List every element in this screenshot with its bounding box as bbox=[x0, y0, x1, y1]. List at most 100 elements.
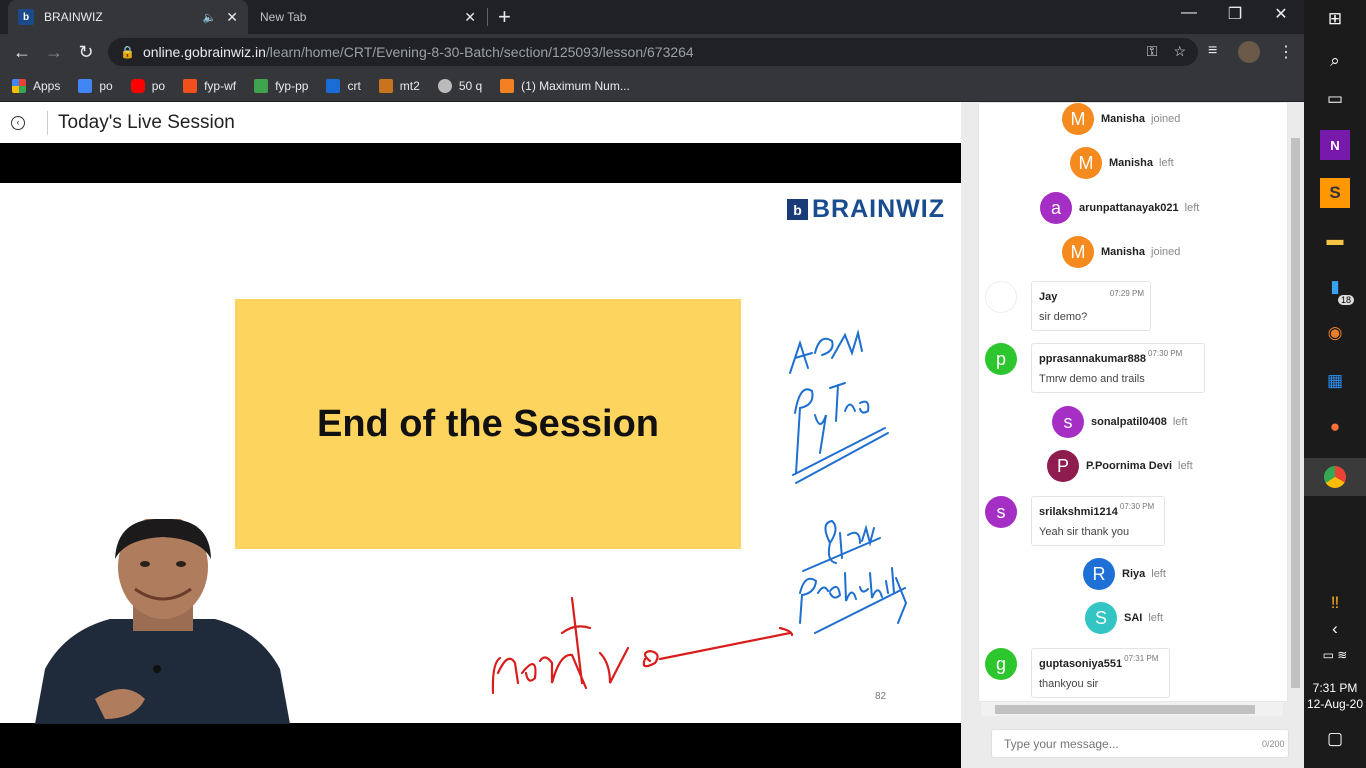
bookmark-fyp-pp[interactable]: fyp-pp bbox=[254, 78, 309, 93]
chat-message: s srilakshmi1214 07:30 PM Yeah sir thank … bbox=[985, 496, 1165, 546]
battery-wifi-icon[interactable]: ▭ ≋ bbox=[1320, 640, 1350, 670]
tab-new-tab[interactable]: New Tab ✕ bbox=[250, 0, 486, 34]
event-user: sonalpatil0408 bbox=[1091, 416, 1167, 428]
new-tab-button[interactable]: + bbox=[498, 4, 511, 30]
avatar: M bbox=[1062, 236, 1094, 268]
chat-message: p pprasannakumar888 07:30 PM Tmrw demo an… bbox=[985, 343, 1205, 393]
chat-message: g guptasoniya551 07:31 PM thankyou sir bbox=[985, 648, 1170, 698]
chat-scroll-thumb[interactable] bbox=[1291, 138, 1300, 688]
chat-event: R Riya left bbox=[1083, 558, 1166, 590]
calculator-icon[interactable]: ▦ bbox=[1320, 366, 1350, 396]
pp-favicon-icon bbox=[254, 78, 269, 93]
message-user: Jay bbox=[1039, 291, 1058, 303]
bookmark-mt2[interactable]: mt2 bbox=[378, 78, 420, 93]
bookmark-label: mt2 bbox=[399, 78, 420, 93]
bookmark-label: crt bbox=[347, 78, 361, 93]
profile-avatar[interactable] bbox=[1238, 41, 1260, 63]
event-action: left bbox=[1178, 460, 1193, 472]
windows-start-icon[interactable]: ⊞ bbox=[1320, 4, 1350, 34]
avatar: M bbox=[1062, 103, 1094, 135]
restore-button[interactable]: ❐ bbox=[1220, 4, 1250, 24]
back-arrow-icon[interactable]: ‹ bbox=[11, 115, 25, 130]
message-text: Tmrw demo and trails bbox=[1039, 373, 1145, 385]
message-bubble: guptasoniya551 07:31 PM thankyou sir bbox=[1031, 648, 1170, 698]
media-control-icon[interactable]: ≡ bbox=[1208, 42, 1217, 60]
chrome-icon bbox=[1324, 466, 1346, 488]
chat-scrollbar[interactable] bbox=[1289, 102, 1301, 702]
event-action: left bbox=[1172, 416, 1188, 428]
chat-message-input[interactable] bbox=[991, 729, 1289, 758]
tab-title: BRAINWIZ bbox=[44, 10, 103, 24]
chat-event: s sonalpatil0408 left bbox=[1052, 406, 1188, 438]
address-bar[interactable]: 🔒 online.gobrainwiz.in/learn/home/CRT/Ev… bbox=[108, 38, 1198, 66]
chat-horizontal-scrollbar[interactable] bbox=[981, 702, 1283, 716]
back-button[interactable]: ← bbox=[11, 42, 33, 63]
close-tab-icon[interactable]: ✕ bbox=[226, 9, 238, 26]
bookmark-maximum-num[interactable]: (1) Maximum Num... bbox=[500, 78, 630, 93]
chat-event: a arunpattanayak021 left bbox=[1040, 192, 1199, 224]
bookmark-label: fyp-wf bbox=[204, 78, 237, 93]
avatar bbox=[985, 281, 1017, 313]
bookmark-label: fyp-pp bbox=[275, 78, 309, 93]
bookmark-po-1[interactable]: po bbox=[78, 78, 113, 93]
task-view-icon[interactable]: ▭ bbox=[1320, 84, 1350, 114]
system-clock[interactable]: 7:31 PM 12-Aug-20 bbox=[1304, 680, 1366, 712]
toolbar: ← → ↻ 🔒 online.gobrainwiz.in/learn/home/… bbox=[0, 34, 1304, 70]
media-player-icon[interactable]: ◉ bbox=[1320, 318, 1350, 348]
bookmark-50q[interactable]: 50 q bbox=[437, 78, 482, 93]
speaker-icon[interactable]: 🔈 bbox=[203, 11, 217, 24]
chat-event: S SAI left bbox=[1085, 602, 1163, 634]
close-window-button[interactable]: ✕ bbox=[1266, 4, 1296, 24]
windows-taskbar: ⊞ ⌕ ▭ N S ▬ ▮ 18 ◉ ▦ ● ‼ ‹ ▭ ≋ 7:31 PM 12… bbox=[1304, 0, 1366, 768]
event-user: arunpattanayak021 bbox=[1079, 202, 1179, 214]
tab-brainwiz[interactable]: b BRAINWIZ 🔈 ✕ bbox=[8, 0, 248, 34]
minimize-button[interactable]: — bbox=[1174, 4, 1204, 22]
avatar: R bbox=[1083, 558, 1115, 590]
presentation-slide: b BRAINWIZ End of the Session 82 bbox=[0, 183, 961, 724]
event-action: left bbox=[1159, 157, 1174, 169]
event-user: Manisha bbox=[1101, 246, 1146, 258]
forward-button[interactable]: → bbox=[43, 42, 65, 63]
event-action: left bbox=[1148, 612, 1164, 624]
apps-grid-icon bbox=[12, 78, 26, 93]
tab-separator bbox=[487, 8, 488, 26]
bookmark-crt[interactable]: crt bbox=[326, 78, 361, 93]
search-icon[interactable]: ⌕ bbox=[1320, 46, 1350, 76]
phone-icon[interactable]: ▮ 18 bbox=[1320, 272, 1354, 305]
chat-event: M Manisha joined bbox=[1062, 236, 1180, 268]
bookmark-po-2[interactable]: po bbox=[130, 78, 166, 93]
avatar: P bbox=[1047, 450, 1079, 482]
stackoverflow-icon bbox=[500, 78, 515, 93]
event-user: Manisha bbox=[1101, 113, 1146, 125]
close-tab-icon[interactable]: ✕ bbox=[464, 9, 476, 26]
menu-kebab-icon[interactable]: ⋮ bbox=[1278, 42, 1294, 62]
onenote-icon[interactable]: N bbox=[1320, 130, 1350, 160]
char-counter: 0/200 bbox=[1262, 739, 1285, 749]
live-video[interactable]: b BRAINWIZ End of the Session 82 bbox=[0, 143, 961, 768]
key-icon[interactable]: ⚿ bbox=[1147, 43, 1158, 60]
sublime-text-icon[interactable]: S bbox=[1320, 178, 1350, 208]
bookmark-apps[interactable]: Apps bbox=[12, 78, 60, 93]
bookmark-label: po bbox=[151, 78, 166, 93]
bookmark-label: (1) Maximum Num... bbox=[521, 78, 630, 93]
notification-center-icon[interactable]: ▢ bbox=[1320, 724, 1350, 754]
reload-button[interactable]: ↻ bbox=[75, 42, 97, 63]
message-user: guptasoniya551 bbox=[1039, 658, 1123, 670]
lock-icon[interactable]: 🔒 bbox=[120, 45, 135, 59]
chat-event: P P.Poornima Devi left bbox=[1047, 450, 1193, 482]
file-explorer-icon[interactable]: ▬ bbox=[1320, 225, 1350, 255]
page-title: Today's Live Session bbox=[58, 111, 235, 133]
horizontal-scroll-thumb[interactable] bbox=[995, 705, 1255, 714]
message-user: pprasannakumar888 bbox=[1039, 353, 1146, 365]
bookmark-fyp-wf[interactable]: fyp-wf bbox=[183, 78, 237, 93]
bookmark-star-icon[interactable]: ☆ bbox=[1173, 43, 1186, 60]
tab-bar: b BRAINWIZ 🔈 ✕ New Tab ✕ + — ❐ ✕ bbox=[0, 0, 1304, 34]
clock-date: 12-Aug-20 bbox=[1306, 697, 1364, 711]
chrome-taskbar-button[interactable] bbox=[1304, 458, 1366, 496]
session-header: ‹ Today's Live Session bbox=[0, 102, 961, 143]
message-bubble: srilakshmi1214 07:30 PM Yeah sir thank yo… bbox=[1031, 496, 1165, 546]
chat-message: Jay 07:29 PM sir demo? bbox=[985, 281, 1151, 331]
avatar: M bbox=[1070, 147, 1102, 179]
clock-time: 7:31 PM bbox=[1312, 681, 1358, 695]
firefox-icon[interactable]: ● bbox=[1320, 412, 1350, 442]
